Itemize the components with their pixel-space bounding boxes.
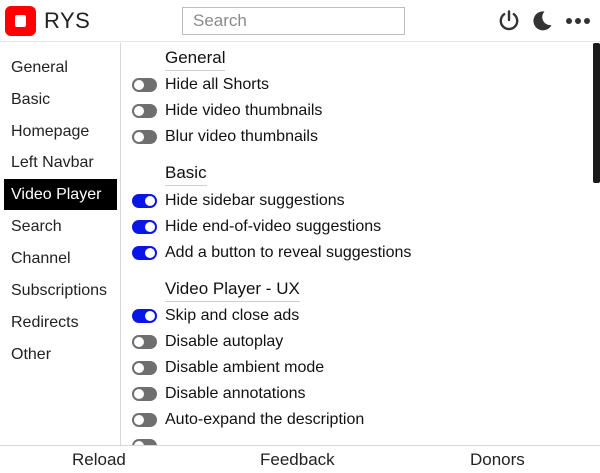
- sidebar-item-other[interactable]: Other: [4, 339, 117, 370]
- toggle-switch[interactable]: [132, 220, 157, 234]
- option-hide-video-thumbnails[interactable]: Hide video thumbnails: [132, 101, 322, 121]
- toggle-switch[interactable]: [132, 387, 157, 401]
- toggle-switch[interactable]: [132, 246, 157, 260]
- scrollbar[interactable]: [593, 43, 600, 183]
- sidebar-item-basic[interactable]: Basic: [4, 84, 117, 115]
- logo-icon: [5, 6, 36, 36]
- sidebar-item-subscriptions[interactable]: Subscriptions: [4, 275, 117, 306]
- option-partially-hidden[interactable]: [132, 436, 157, 445]
- toggle-switch[interactable]: [132, 78, 157, 92]
- option-hide-end-of-video-suggestions[interactable]: Hide end-of-video suggestions: [132, 217, 381, 237]
- settings-panel: General Hide all Shorts Hide video thumb…: [122, 43, 592, 445]
- option-blur-video-thumbnails[interactable]: Blur video thumbnails: [132, 127, 318, 147]
- option-hide-all-shorts[interactable]: Hide all Shorts: [132, 75, 269, 95]
- app-title: RYS: [44, 8, 91, 33]
- toggle-switch[interactable]: [132, 309, 157, 323]
- reload-button[interactable]: Reload: [72, 450, 126, 470]
- option-disable-ambient-mode[interactable]: Disable ambient mode: [132, 358, 324, 378]
- sidebar-item-channel[interactable]: Channel: [4, 243, 117, 274]
- sidebar-item-search[interactable]: Search: [4, 211, 117, 242]
- sidebar-item-left-navbar[interactable]: Left Navbar: [4, 147, 117, 178]
- section-title-video-player-ux: Video Player - UX: [165, 279, 300, 302]
- sidebar-item-redirects[interactable]: Redirects: [4, 307, 117, 338]
- sidebar-item-general[interactable]: General: [4, 52, 117, 83]
- power-icon[interactable]: [497, 9, 521, 33]
- toggle-switch[interactable]: [132, 104, 157, 118]
- toggle-switch[interactable]: [132, 130, 157, 144]
- option-hide-sidebar-suggestions[interactable]: Hide sidebar suggestions: [132, 191, 345, 211]
- option-disable-annotations[interactable]: Disable annotations: [132, 384, 306, 404]
- option-disable-autoplay[interactable]: Disable autoplay: [132, 332, 283, 352]
- more-dots-icon[interactable]: [565, 9, 591, 33]
- toggle-switch[interactable]: [132, 194, 157, 208]
- option-reveal-suggestions-button[interactable]: Add a button to reveal suggestions: [132, 243, 411, 263]
- toggle-switch[interactable]: [132, 413, 157, 427]
- search-input[interactable]: [182, 7, 405, 35]
- toggle-switch[interactable]: [132, 361, 157, 375]
- sidebar-item-homepage[interactable]: Homepage: [4, 116, 117, 147]
- section-title-basic: Basic: [165, 163, 207, 186]
- option-auto-expand-description[interactable]: Auto-expand the description: [132, 410, 364, 430]
- option-skip-close-ads[interactable]: Skip and close ads: [132, 306, 299, 326]
- header: RYS: [0, 0, 600, 42]
- sidebar-item-video-player[interactable]: Video Player: [4, 179, 117, 210]
- moon-icon[interactable]: [530, 9, 554, 33]
- footer: Reload Feedback Donors: [0, 445, 600, 473]
- sidebar: General Basic Homepage Left Navbar Video…: [0, 43, 121, 445]
- section-title-general: General: [165, 48, 226, 71]
- feedback-button[interactable]: Feedback: [260, 450, 335, 470]
- toggle-switch[interactable]: [132, 335, 157, 349]
- donors-button[interactable]: Donors: [470, 450, 525, 470]
